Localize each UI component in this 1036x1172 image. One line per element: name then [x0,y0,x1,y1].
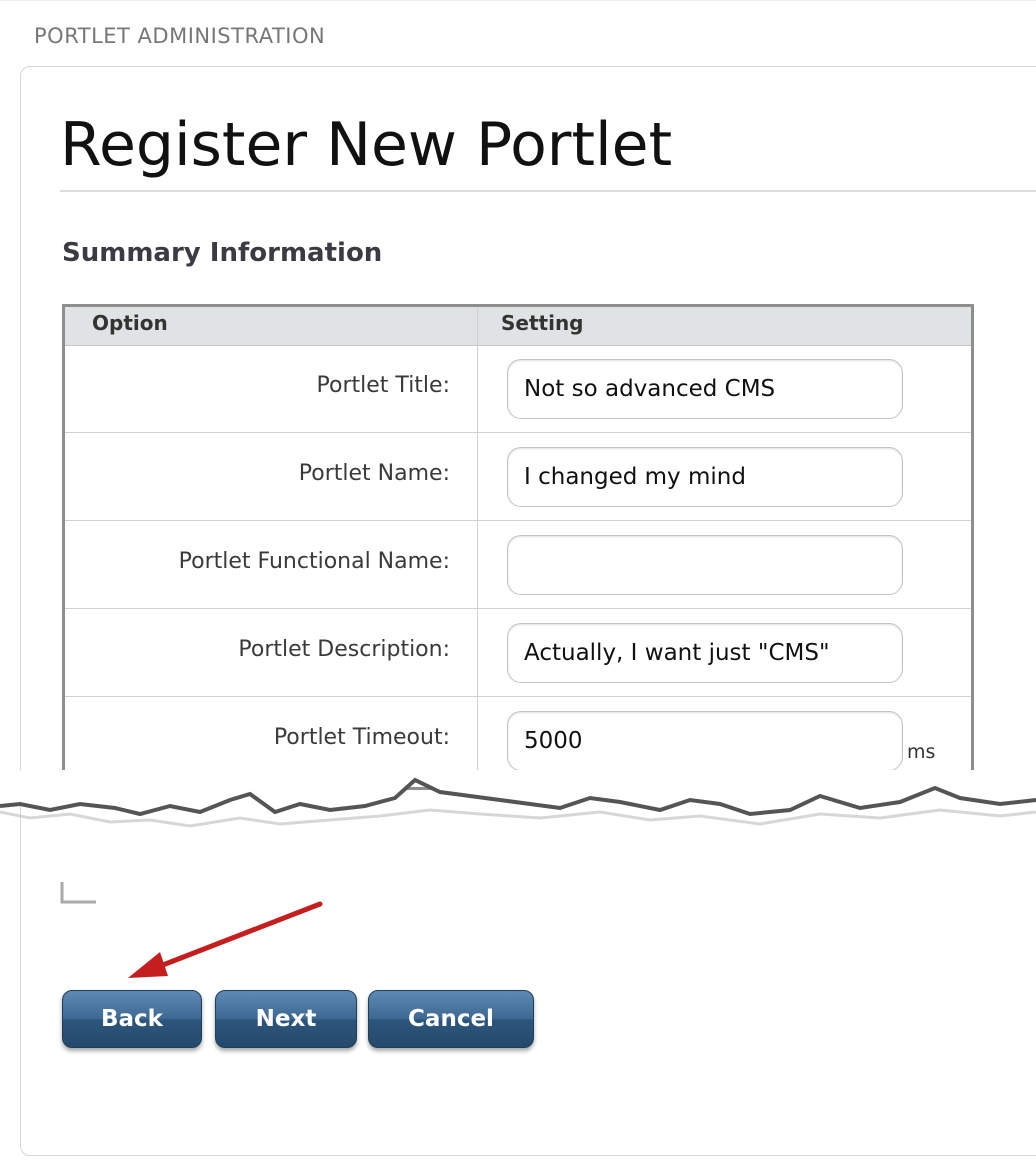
cancel-button[interactable]: Cancel [368,990,534,1048]
page-title: Register New Portlet [60,110,673,180]
top-border-line [0,0,1036,1]
column-header-option: Option [92,311,168,335]
portlet-timeout-input[interactable] [507,711,903,771]
portlet-administration-header: PORTLET ADMINISTRATION [34,24,326,48]
section-heading: Summary Information [62,238,383,268]
portlet-description-input[interactable] [507,623,903,683]
portlet-title-label: Portlet Title: [316,373,450,398]
timeout-unit-label: ms [907,741,936,763]
column-header-setting: Setting [501,311,584,335]
table-corner-fragment [60,882,96,904]
portlet-description-label: Portlet Description: [238,637,450,662]
back-button[interactable]: Back [62,990,202,1048]
portlet-functional-name-input[interactable] [507,535,903,595]
table-row-portlet-description: Portlet Description: [65,609,971,697]
portlet-name-input[interactable] [507,447,903,507]
next-button[interactable]: Next [215,990,357,1048]
portlet-timeout-label: Portlet Timeout: [273,725,450,750]
red-arrow-icon [128,901,323,978]
torn-paper-edge [0,770,1036,828]
table-row-portlet-name: Portlet Name: [65,433,971,521]
portlet-name-label: Portlet Name: [298,461,450,486]
summary-table: Option Setting Portlet Title: Portlet Na… [62,304,974,790]
portlet-title-input[interactable] [507,359,903,419]
page: PORTLET ADMINISTRATION Register New Port… [0,0,1036,1172]
portlet-functional-name-label: Portlet Functional Name: [178,549,450,574]
title-divider [60,190,1036,192]
table-row-portlet-title: Portlet Title: [65,345,971,433]
table-header: Option Setting [65,307,971,346]
table-row-portlet-functional-name: Portlet Functional Name: [65,521,971,609]
